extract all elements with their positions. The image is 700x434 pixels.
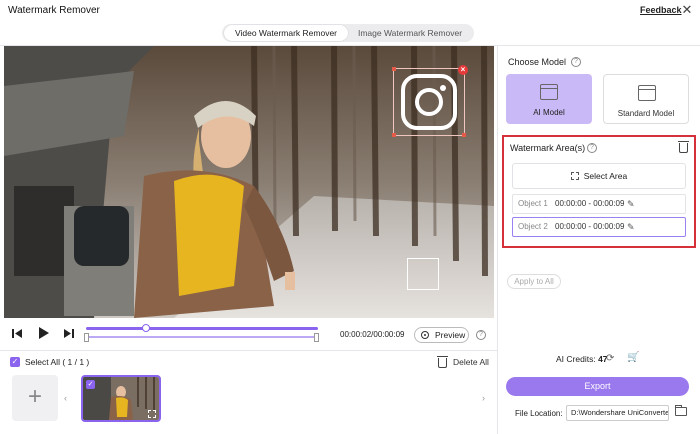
object-name: Object 1 (518, 199, 548, 208)
preview-icon (421, 331, 429, 339)
ai-model-icon (540, 84, 558, 100)
video-preview[interactable]: × (4, 46, 494, 318)
thumbnail-checkbox[interactable]: ✓ (86, 380, 95, 389)
select-area-button[interactable]: Select Area (512, 163, 686, 189)
time-readout: 00:00:02/00:00:09 (340, 330, 405, 339)
playback-controls: 00:00:02/00:00:09 Preview ? (0, 320, 497, 350)
app-title: Watermark Remover (8, 5, 100, 16)
watermark-area-1[interactable]: × (392, 65, 468, 137)
select-area-label: Select Area (583, 171, 628, 181)
panel-divider (497, 46, 498, 434)
resize-handle[interactable] (462, 133, 466, 137)
skip-back-icon[interactable] (12, 328, 23, 339)
tab-video-watermark-remover[interactable]: Video Watermark Remover (224, 25, 348, 41)
ai-credits-label: AI Credits: (556, 354, 596, 364)
clip-range-line (86, 336, 318, 338)
select-area-icon (570, 172, 579, 180)
preview-button[interactable]: Preview (414, 327, 469, 343)
apply-to-all-button[interactable]: Apply to All (507, 274, 561, 289)
help-icon[interactable]: ? (571, 57, 581, 67)
watermark-area-2[interactable] (407, 258, 439, 290)
delete-all-label: Delete All (453, 357, 489, 367)
help-icon[interactable]: ? (476, 330, 486, 340)
standard-model-icon (638, 85, 656, 101)
resize-handle[interactable] (392, 67, 396, 71)
export-button[interactable]: Export (506, 377, 689, 396)
fullscreen-icon[interactable] (148, 410, 156, 418)
bottom-divider (0, 350, 497, 351)
file-location-select[interactable]: D:\Wondershare UniConverter (566, 405, 669, 421)
trash-icon (437, 356, 448, 368)
close-icon[interactable]: ✕ (680, 3, 694, 17)
standard-model-option[interactable]: Standard Model (603, 74, 689, 124)
object-name: Object 2 (518, 222, 548, 231)
progress-track[interactable] (86, 327, 318, 330)
select-all-checkbox[interactable]: ✓ (10, 357, 20, 367)
range-end-handle[interactable] (314, 333, 319, 342)
watermark-areas-title: Watermark Area(s) (510, 143, 586, 153)
select-all-label: Select All ( 1 / 1 ) (25, 357, 90, 367)
add-video-button[interactable]: + (12, 375, 58, 421)
playhead-knob[interactable] (142, 324, 151, 332)
ai-credits: AI Credits: 47 (556, 354, 608, 364)
folder-icon[interactable] (675, 405, 687, 416)
range-start-handle[interactable] (84, 333, 89, 342)
chevron-right-icon[interactable]: › (482, 393, 485, 403)
trash-icon[interactable] (678, 141, 689, 153)
standard-model-label: Standard Model (617, 109, 675, 118)
title-bar: Watermark Remover Feedback ✕ (0, 0, 700, 22)
resize-handle[interactable] (392, 133, 396, 137)
object-time-range: 00:00:00 - 00:00:09 (555, 199, 625, 208)
object-row-2[interactable]: Object 2 00:00:00 - 00:00:09 ✎ (512, 217, 686, 237)
tab-image-watermark-remover[interactable]: Image Watermark Remover (348, 25, 472, 41)
ai-model-option[interactable]: AI Model (506, 74, 592, 124)
remove-area-icon[interactable]: × (458, 65, 468, 75)
video-thumbnail[interactable]: ✓ (81, 375, 161, 422)
edit-icon[interactable]: ✎ (627, 222, 635, 232)
skip-forward-icon[interactable] (63, 328, 74, 339)
object-time-range: 00:00:00 - 00:00:09 (555, 222, 625, 231)
instagram-logo-icon (401, 74, 457, 130)
preview-label: Preview (435, 330, 466, 340)
feedback-link[interactable]: Feedback (640, 5, 682, 15)
help-icon[interactable]: ? (587, 143, 597, 153)
chevron-left-icon[interactable]: ‹ (64, 393, 67, 403)
object-row-1[interactable]: Object 1 00:00:00 - 00:00:09 ✎ (512, 194, 686, 214)
ai-model-label: AI Model (533, 108, 565, 117)
file-location-label: File Location: (515, 409, 563, 418)
choose-model-title: Choose Model (508, 57, 567, 67)
cart-icon[interactable]: 🛒 (627, 352, 639, 363)
edit-icon[interactable]: ✎ (627, 199, 635, 209)
mode-tabs: Video Watermark Remover Image Watermark … (222, 24, 474, 42)
refresh-icon[interactable]: ⟳ (606, 353, 614, 364)
play-icon[interactable] (38, 327, 50, 339)
watermark-areas-panel: Watermark Area(s) ? Select Area Object 1… (502, 135, 696, 248)
